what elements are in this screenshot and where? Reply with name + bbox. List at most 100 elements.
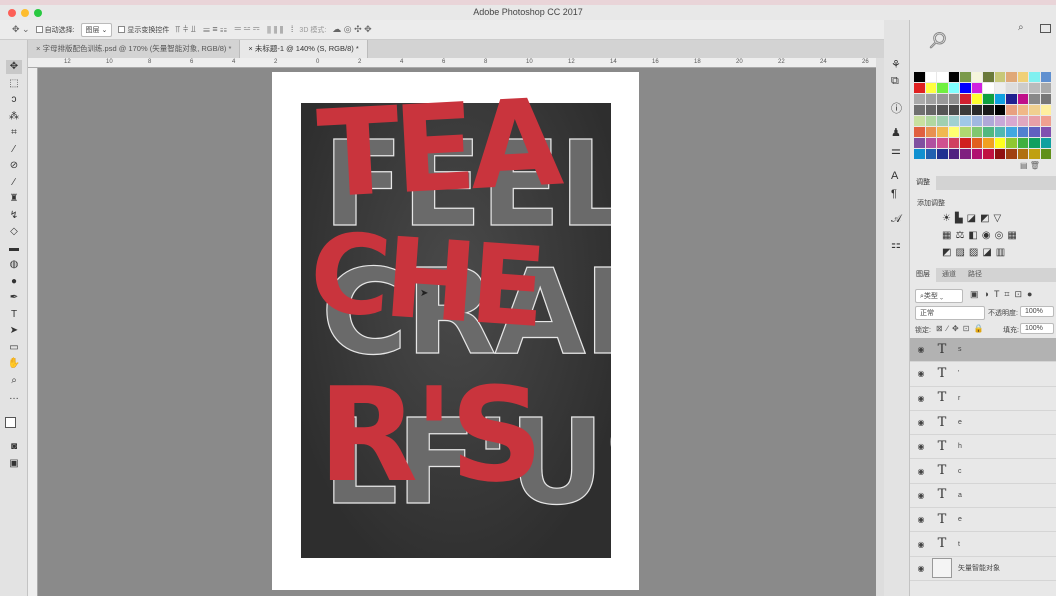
layer-row[interactable]: ◉ Te — [910, 508, 1056, 533]
layer-row[interactable]: ◉ 矢量智能对象 — [910, 557, 1056, 581]
color-swatch[interactable] — [983, 105, 994, 115]
3d-controls-icons[interactable]: ☁ ◎ ✣ ✥ — [332, 24, 371, 35]
color-swatch[interactable] — [925, 149, 936, 159]
healing-brush-icon[interactable]: ⊘ — [6, 159, 22, 173]
color-swatch[interactable] — [971, 116, 982, 126]
color-swatch[interactable] — [914, 149, 925, 159]
color-swatch[interactable] — [1040, 72, 1051, 82]
layer-row[interactable]: ◉ Tc — [910, 460, 1056, 484]
color-swatch[interactable] — [948, 149, 959, 159]
color-swatch[interactable] — [937, 105, 948, 115]
eyedropper-icon[interactable]: ⁄ — [6, 143, 22, 157]
adjustment-icons[interactable]: ☀▙◪◩▽ ▦⚖◧◉◎▦ ◩▨▨◪▥ — [942, 210, 1021, 261]
visibility-eye-icon[interactable]: ◉ — [910, 345, 932, 354]
color-swatch[interactable] — [914, 127, 925, 137]
color-swatch[interactable] — [1017, 94, 1028, 104]
tab-adjustments[interactable]: 调整 — [910, 176, 936, 190]
color-swatch[interactable] — [971, 138, 982, 148]
color-swatch[interactable] — [1017, 138, 1028, 148]
color-swatch[interactable] — [925, 72, 936, 82]
history-brush-icon[interactable]: ↯ — [6, 209, 22, 223]
stamp-tool-icon[interactable]: ♜ — [6, 192, 22, 206]
visibility-eye-icon[interactable]: ◉ — [910, 394, 932, 403]
brush-tool-icon[interactable]: ∕ — [6, 176, 22, 190]
color-swatch[interactable] — [1006, 94, 1017, 104]
crop-tool-icon[interactable]: ⌗ — [6, 126, 22, 140]
color-swatch[interactable] — [914, 138, 925, 148]
color-swatch[interactable] — [994, 138, 1005, 148]
color-swatch[interactable] — [925, 94, 936, 104]
tab-channels[interactable]: 通道 — [936, 268, 962, 282]
color-swatch[interactable] — [925, 127, 936, 137]
color-swatch[interactable] — [994, 83, 1005, 93]
glyphs-icon[interactable]: 𝒜 — [891, 213, 901, 226]
color-swatch[interactable] — [994, 127, 1005, 137]
hand-tool-icon[interactable]: ✋ — [6, 357, 22, 371]
color-swatch[interactable] — [948, 127, 959, 137]
color-swatch[interactable] — [914, 72, 925, 82]
color-swatch[interactable] — [960, 138, 971, 148]
minimize-window-button[interactable] — [21, 8, 29, 17]
color-swatch[interactable] — [971, 94, 982, 104]
color-swatch[interactable] — [1040, 127, 1051, 137]
layer-row[interactable]: ◉ Th — [910, 435, 1056, 460]
color-swatch[interactable] — [994, 72, 1005, 82]
properties-icon[interactable]: ⚌ — [891, 144, 901, 157]
color-swatch[interactable] — [1006, 127, 1017, 137]
color-swatch[interactable] — [925, 138, 936, 148]
eraser-tool-icon[interactable]: ◇ — [6, 225, 22, 239]
color-swatch[interactable] — [994, 94, 1005, 104]
color-swatch[interactable] — [983, 72, 994, 82]
color-swatch[interactable] — [925, 116, 936, 126]
color-swatch[interactable] — [1040, 105, 1051, 115]
clone-source-icon[interactable]: ⧉ — [891, 75, 899, 88]
pen-tool-icon[interactable]: ✒ — [6, 291, 22, 305]
layer-row[interactable]: ◉ Te — [910, 411, 1056, 436]
color-swatch[interactable] — [914, 94, 925, 104]
visibility-eye-icon[interactable]: ◉ — [910, 442, 932, 451]
blend-mode-dropdown[interactable]: 正常 — [915, 306, 985, 320]
vertical-scrollbar[interactable] — [876, 58, 884, 596]
color-swatch[interactable] — [937, 83, 948, 93]
color-swatch[interactable] — [983, 83, 994, 93]
color-swatch[interactable] — [1006, 83, 1017, 93]
layer-row[interactable]: ◉ Tr — [910, 387, 1056, 411]
color-swatch[interactable] — [1017, 83, 1028, 93]
show-transform-checkbox[interactable]: 显示变换控件 — [118, 25, 169, 35]
move-tool-icon[interactable]: ✥ ⌄ — [12, 24, 30, 35]
color-swatch[interactable] — [960, 94, 971, 104]
color-swatch[interactable] — [1040, 138, 1051, 148]
tab-document-2[interactable]: × 未标题-1 @ 140% (S, RGB/8) * — [240, 40, 368, 58]
visibility-eye-icon[interactable]: ◉ — [910, 564, 932, 573]
color-swatch[interactable] — [914, 83, 925, 93]
color-swatch[interactable] — [1029, 94, 1040, 104]
color-swatch[interactable] — [994, 116, 1005, 126]
foreground-color[interactable] — [5, 417, 16, 428]
search-icon[interactable]: ⌕ — [1018, 22, 1024, 33]
layer-filter-dropdown[interactable]: ⌕类型 ⌄ — [915, 289, 963, 303]
color-swatch[interactable] — [937, 127, 948, 137]
color-swatch[interactable] — [937, 94, 948, 104]
color-swatch[interactable] — [1006, 116, 1017, 126]
color-swatch[interactable] — [960, 83, 971, 93]
close-window-button[interactable] — [8, 8, 16, 17]
color-swatch[interactable] — [960, 72, 971, 82]
swatches-grid[interactable] — [914, 72, 1051, 159]
color-swatch[interactable] — [914, 116, 925, 126]
color-swatch[interactable] — [1017, 105, 1028, 115]
color-swatch[interactable] — [983, 127, 994, 137]
color-swatch[interactable] — [937, 138, 948, 148]
workspace-icon[interactable] — [1040, 24, 1051, 33]
info-icon[interactable]: ⓘ — [891, 100, 902, 116]
color-swatch[interactable] — [960, 149, 971, 159]
visibility-eye-icon[interactable]: ◉ — [910, 418, 932, 427]
color-swatch[interactable] — [1029, 138, 1040, 148]
color-swatch[interactable] — [1017, 149, 1028, 159]
color-swatch[interactable] — [983, 94, 994, 104]
align-icons[interactable]: ⫪ ⫩ ⫫ ☰ ≡ ☷ ⚌ ⚍ ⚎ ⦀ ⦀ ⦀ ⁞ — [175, 24, 293, 35]
color-swatch[interactable] — [994, 149, 1005, 159]
tab-paths[interactable]: 路径 — [962, 268, 988, 282]
visibility-eye-icon[interactable]: ◉ — [910, 540, 932, 549]
paragraph-icon[interactable]: ¶ — [891, 188, 897, 200]
maximize-window-button[interactable] — [34, 8, 42, 17]
